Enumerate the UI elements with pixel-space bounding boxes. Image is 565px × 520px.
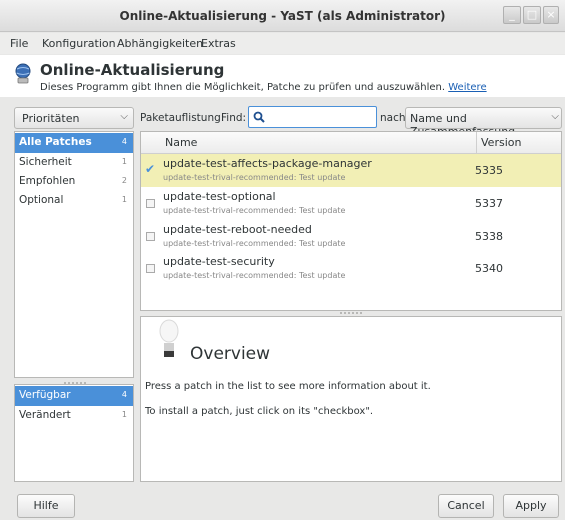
chevron-down-icon: ⌵ <box>120 111 128 122</box>
status-list: Verfügbar 4 Verändert 1 <box>14 384 134 482</box>
priority-count: 2 <box>121 176 127 185</box>
overview-line-1: Press a patch in the list to see more in… <box>145 381 431 392</box>
lightbulb-icon <box>159 319 179 357</box>
page-title: Online-Aktualisierung <box>40 61 225 79</box>
page-subtitle-text: Dieses Programm gibt Ihnen die Möglichke… <box>40 82 446 93</box>
maximize-button[interactable]: □ <box>523 6 541 24</box>
find-label: Find: <box>221 112 247 124</box>
apply-button[interactable]: Apply <box>503 494 559 518</box>
overview-title: Overview <box>190 344 271 364</box>
search-input[interactable] <box>248 106 377 128</box>
column-version[interactable]: Version <box>481 136 521 149</box>
filter-combo-label: Prioritäten <box>22 112 80 125</box>
priority-label: Empfohlen <box>19 175 76 187</box>
more-link[interactable]: Weitere <box>448 82 486 93</box>
table-row[interactable]: update-test-reboot-needed update-test-tr… <box>141 220 561 253</box>
table-row[interactable]: update-test-optional update-test-trival-… <box>141 187 561 220</box>
patch-summary: update-test-trival-recommended: Test upd… <box>163 206 346 215</box>
patch-checkbox[interactable] <box>146 199 155 208</box>
cancel-button[interactable]: Cancel <box>438 494 494 518</box>
chevron-down-icon: ⌵ <box>551 111 559 122</box>
patch-summary: update-test-trival-recommended: Test upd… <box>163 173 346 182</box>
column-divider <box>476 132 477 153</box>
status-item-available[interactable]: Verfügbar 4 <box>15 386 133 406</box>
menu-extras[interactable]: Extras <box>201 37 236 50</box>
checkmark-icon[interactable]: ✔ <box>145 162 155 176</box>
main-content: Prioritäten ⌵ Alle Patches 4 Sicherheit … <box>0 97 565 520</box>
status-label: Verfügbar <box>19 389 71 401</box>
priority-item-security[interactable]: Sicherheit 1 <box>15 153 133 173</box>
patch-name: update-test-security <box>163 255 275 268</box>
overview-line-2: To install a patch, just click on its "c… <box>145 406 374 417</box>
by-label: nach <box>380 112 406 124</box>
menubar: File Konfiguration Abhängigkeiten Extras <box>0 33 565 54</box>
search-criteria-combo[interactable]: Name und Zusammenfassung ⌵ <box>405 107 562 138</box>
close-button[interactable]: × <box>543 6 559 24</box>
menu-abhaengigkeiten[interactable]: Abhängigkeiten <box>117 37 203 50</box>
search-icon <box>253 111 265 123</box>
patch-summary: update-test-trival-recommended: Test upd… <box>163 239 346 248</box>
table-header: Name Version <box>141 132 561 154</box>
priority-label: Optional <box>19 194 64 206</box>
patch-name: update-test-reboot-needed <box>163 223 312 236</box>
priority-count: 4 <box>121 137 127 146</box>
priority-count: 1 <box>121 157 127 166</box>
patch-version: 5338 <box>475 230 503 243</box>
priority-label: Alle Patches <box>19 136 92 148</box>
patch-summary: update-test-trival-recommended: Test upd… <box>163 271 346 280</box>
window-titlebar: Online-Aktualisierung - YaST (als Admini… <box>0 0 565 32</box>
column-name[interactable]: Name <box>165 136 197 149</box>
help-button[interactable]: Hilfe <box>17 494 75 518</box>
patch-version: 5340 <box>475 262 503 275</box>
patch-version: 5335 <box>475 164 503 177</box>
window-title: Online-Aktualisierung - YaST (als Admini… <box>119 9 446 23</box>
patch-name: update-test-affects-package-manager <box>163 157 372 170</box>
table-row[interactable]: update-test-security update-test-trival-… <box>141 252 561 285</box>
update-globe-icon <box>15 63 31 84</box>
patch-table: Name Version ✔ update-test-affects-packa… <box>140 131 562 311</box>
page-subtitle: Dieses Programm gibt Ihnen die Möglichke… <box>40 82 487 93</box>
right-pane-splitter[interactable] <box>340 312 362 314</box>
priority-list: Alle Patches 4 Sicherheit 1 Empfohlen 2 … <box>14 131 134 378</box>
patch-checkbox[interactable] <box>146 264 155 273</box>
filter-combo[interactable]: Prioritäten ⌵ <box>14 107 134 129</box>
package-listing-label: Paketauflistung: <box>140 112 225 124</box>
priority-count: 1 <box>121 195 127 204</box>
priority-item-recommended[interactable]: Empfohlen 2 <box>15 172 133 192</box>
priority-item-optional[interactable]: Optional 1 <box>15 191 133 211</box>
status-label: Verändert <box>19 409 71 421</box>
patch-name: update-test-optional <box>163 190 276 203</box>
status-count: 1 <box>121 410 127 419</box>
patch-version: 5337 <box>475 197 503 210</box>
status-count: 4 <box>121 390 127 399</box>
menu-konfiguration[interactable]: Konfiguration <box>42 37 116 50</box>
page-header: Online-Aktualisierung Dieses Programm gi… <box>0 55 565 97</box>
minimize-button[interactable]: _ <box>503 6 521 24</box>
patch-checkbox[interactable] <box>146 232 155 241</box>
status-item-changed[interactable]: Verändert 1 <box>15 406 133 426</box>
menu-file[interactable]: File <box>10 37 28 50</box>
priority-item-all[interactable]: Alle Patches 4 <box>15 133 133 153</box>
table-row[interactable]: ✔ update-test-affects-package-manager up… <box>141 154 561 187</box>
overview-panel: Overview Press a patch in the list to se… <box>140 316 562 482</box>
priority-label: Sicherheit <box>19 156 72 168</box>
